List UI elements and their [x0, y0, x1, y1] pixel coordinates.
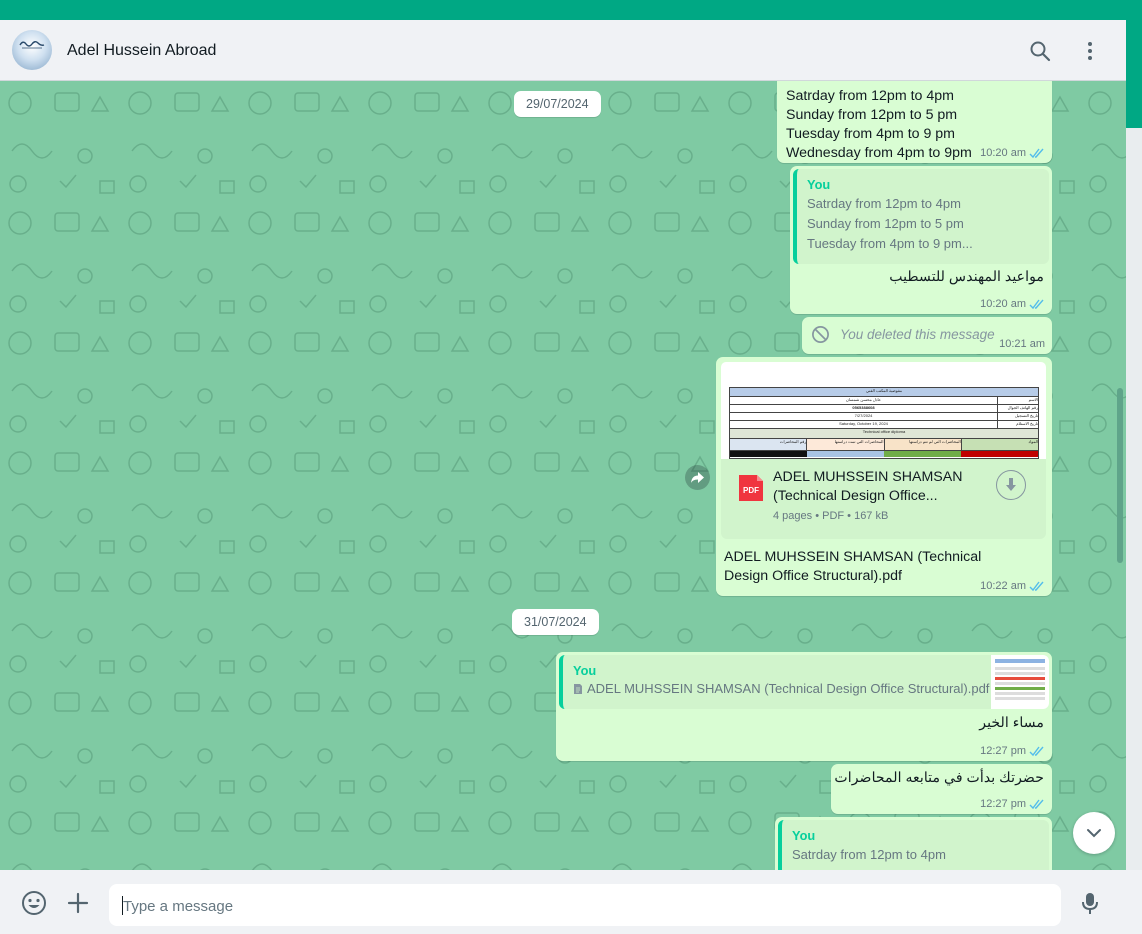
document-card[interactable]: PDF ADEL MUHSSEIN SHAMSAN (Technical Des…: [721, 459, 1046, 539]
kebab-menu-icon[interactable]: [1078, 39, 1102, 63]
download-button[interactable]: [996, 470, 1026, 500]
message-bubble-reply-evening[interactable]: You ADEL MUHSSEIN SHAMSAN (Technical Des…: [556, 652, 1052, 761]
message-bubble-started[interactable]: حضرتك بدأت في متابعه المحاضرات 12:27 pm: [831, 764, 1052, 814]
right-edge-panel: [1126, 128, 1142, 870]
plus-icon[interactable]: [65, 890, 91, 916]
microphone-icon[interactable]: [1077, 890, 1103, 916]
quote-text: ADEL MUHSSEIN SHAMSAN (Technical Design …: [587, 681, 990, 696]
message-time: 10:20 am: [980, 147, 1026, 159]
document-icon: [574, 684, 582, 694]
date-divider: 31/07/2024: [512, 609, 599, 635]
quote-thumbnail: [991, 655, 1049, 709]
double-check-icon: [1029, 148, 1044, 158]
quote-line: Satrday from 12pm to 4pm: [807, 196, 961, 211]
forward-icon: [691, 472, 704, 483]
message-meta: 12:27 pm: [980, 745, 1045, 757]
quote-line: Tuesday from 4pm to 9 pm...: [807, 236, 973, 251]
quote-line: Satrday from 12pm to 4pm: [792, 847, 946, 862]
quoted-message[interactable]: You ADEL MUHSSEIN SHAMSAN (Technical Des…: [559, 655, 1049, 709]
message-input[interactable]: [121, 884, 1045, 928]
message-meta: 10:22 am: [980, 580, 1045, 592]
document-title[interactable]: ADEL MUHSSEIN SHAMSAN (Technical Design …: [773, 468, 962, 506]
quote-text: Satrday from 12pm to 4pm Sunday from 12p…: [807, 194, 1039, 254]
scroll-to-bottom-button[interactable]: [1073, 812, 1115, 854]
quote-author: You: [573, 663, 597, 678]
right-edge-accent: [1126, 20, 1142, 128]
double-check-icon: [1029, 299, 1044, 309]
message-text: مساء الخير: [979, 715, 1044, 731]
message-meta: 10:21 am: [999, 338, 1045, 350]
message-bubble-reply-partial[interactable]: You Satrday from 12pm to 4pm: [775, 817, 1052, 870]
quoted-message[interactable]: You Satrday from 12pm to 4pm Sunday from…: [793, 169, 1049, 264]
message-text: حضرتك بدأت في متابعه المحاضرات: [834, 770, 1044, 786]
message-meta: 10:20 am: [980, 147, 1045, 159]
preview-cell: رقم الهاتف الجوال: [997, 405, 1038, 412]
avatar-calligraphy-icon: [19, 41, 45, 49]
preview-cell: الاسم: [997, 397, 1038, 404]
document-preview[interactable]: مفوضية المكتب الفني الاسم عادل محسن شمسان…: [721, 362, 1046, 459]
chevron-down-icon: [1087, 829, 1101, 838]
preview-cell: تاريخ الاستلام: [997, 421, 1038, 428]
text-caret: [122, 896, 123, 915]
download-icon: [1006, 478, 1016, 491]
document-preview-table: مفوضية المكتب الفني الاسم عادل محسن شمسان…: [729, 387, 1039, 459]
message-input-container[interactable]: [109, 884, 1061, 928]
message-time: 12:27 pm: [980, 745, 1026, 757]
avatar[interactable]: [12, 30, 52, 70]
message-text: مواعيد المهندس للتسطيب: [889, 269, 1044, 285]
message-time: 10:21 am: [999, 338, 1045, 350]
search-icon[interactable]: [1028, 39, 1052, 63]
double-check-icon: [1029, 799, 1044, 809]
quoted-message[interactable]: You Satrday from 12pm to 4pm: [778, 820, 1049, 870]
message-meta: 12:27 pm: [980, 798, 1045, 810]
message-line: Tuesday from 4pm to 9 pm: [786, 126, 956, 142]
document-title-line: ADEL MUHSSEIN SHAMSAN: [773, 469, 963, 485]
forward-button[interactable]: [685, 465, 710, 490]
preview-cell: 7/27/2024: [854, 413, 873, 418]
message-bubble-schedule[interactable]: Satrday from 12pm to 4pm Sunday from 12p…: [777, 81, 1052, 163]
chat-scrollbar[interactable]: [1117, 388, 1123, 563]
composer-bar: [0, 870, 1142, 934]
message-bubble-reply-appointments[interactable]: You Satrday from 12pm to 4pm Sunday from…: [790, 166, 1052, 314]
contact-name[interactable]: Adel Hussein Abroad: [67, 42, 216, 60]
pdf-badge-text: PDF: [743, 486, 759, 495]
preview-cell: المواد: [960, 439, 1038, 450]
message-bubble-deleted[interactable]: You deleted this message 10:21 am: [802, 317, 1052, 354]
quote-line: Sunday from 12pm to 5 pm: [807, 216, 964, 231]
message-bubble-document[interactable]: مفوضية المكتب الفني الاسم عادل محسن شمسان…: [716, 357, 1052, 596]
preview-cell: 0565388608: [852, 405, 875, 410]
document-meta: 4 pages • PDF • 167 kB: [773, 510, 889, 522]
preview-cell: المحاضرات التي تمت دراستها: [806, 439, 884, 450]
chat-area[interactable]: 29/07/2024 Satrday from 12pm to 4pm Sund…: [0, 81, 1126, 870]
document-title-line: (Technical Design Office...: [773, 488, 938, 504]
pdf-file-icon: PDF: [739, 475, 763, 501]
preview-cell: عادل محسن شمسان: [845, 397, 882, 402]
quote-author: You: [807, 177, 831, 192]
deleted-message-text: You deleted this message: [840, 327, 995, 342]
quote-author: You: [792, 828, 816, 843]
preview-cell: المحاضرات التي لم تتم دراستها: [883, 439, 961, 450]
double-check-icon: [1029, 581, 1044, 591]
preview-cell: تاريخ التسجيل: [997, 413, 1038, 420]
message-line: Sunday from 12pm to 5 pm: [786, 107, 958, 123]
preview-title: مفوضية المكتب الفني: [730, 388, 1038, 397]
blocked-icon: [812, 326, 829, 343]
preview-section: Technical office diploma: [730, 429, 1038, 439]
emoji-icon[interactable]: [21, 890, 47, 916]
message-time: 12:27 pm: [980, 798, 1026, 810]
app-top-bar: [0, 0, 1142, 20]
message-time: 10:20 am: [980, 298, 1026, 310]
message-time: 10:22 am: [980, 580, 1026, 592]
double-check-icon: [1029, 746, 1044, 756]
preview-cell: Saturday, October 19, 2024: [839, 421, 888, 426]
message-meta: 10:20 am: [980, 298, 1045, 310]
date-divider: 29/07/2024: [514, 91, 601, 117]
preview-cell: رقم المحاضرات: [730, 439, 807, 450]
chat-header[interactable]: Adel Hussein Abroad: [0, 20, 1126, 81]
message-line: Satrday from 12pm to 4pm: [786, 88, 954, 104]
